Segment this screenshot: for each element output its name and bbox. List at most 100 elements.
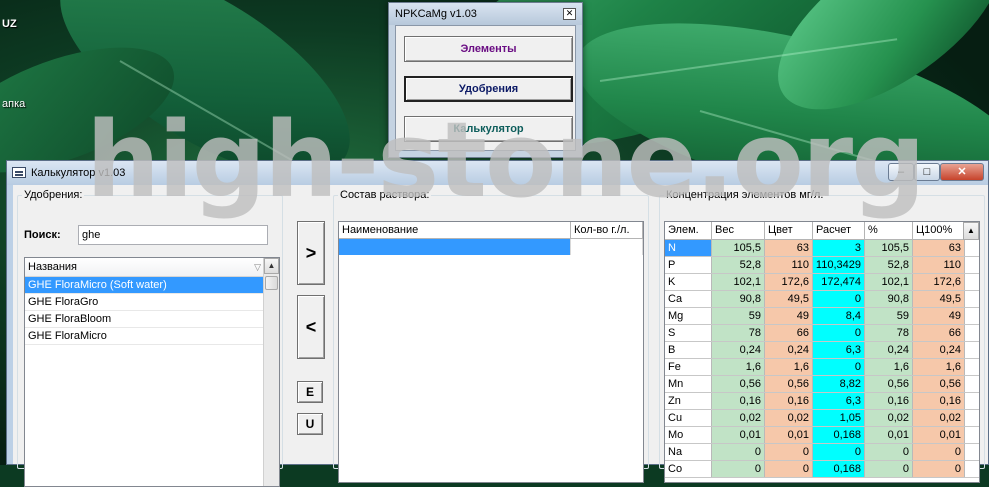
value-cell[interactable]: 0,56 (712, 376, 765, 392)
value-cell[interactable]: 49 (765, 308, 813, 324)
value-cell[interactable]: 110 (913, 257, 965, 273)
list-item[interactable]: GHE FloraBloom (25, 311, 265, 328)
list-scrollbar[interactable]: ▲ (263, 258, 279, 486)
value-cell[interactable]: 105,5 (865, 240, 913, 256)
value-cell[interactable]: 6,3 (813, 393, 865, 409)
table-row[interactable]: N 105,5 63 3 105,5 63 (665, 240, 979, 257)
desktop-icon-label[interactable]: апка (2, 98, 25, 110)
scroll-up-icon[interactable]: ▲ (264, 258, 279, 274)
value-cell[interactable]: 0,168 (813, 427, 865, 443)
value-cell[interactable]: 0 (712, 444, 765, 460)
fertilizer-list[interactable]: Названия ▽ GHE FloraMicro (Soft water) G… (24, 257, 280, 487)
value-cell[interactable]: 59 (712, 308, 765, 324)
value-cell[interactable]: 0 (813, 325, 865, 341)
table-row[interactable]: B 0,24 0,24 6,3 0,24 0,24 (665, 342, 979, 359)
table-row[interactable]: Ca 90,8 49,5 0 90,8 49,5 (665, 291, 979, 308)
value-cell[interactable]: 102,1 (712, 274, 765, 290)
value-cell[interactable]: 1,6 (865, 359, 913, 375)
element-cell[interactable]: Mg (665, 308, 712, 324)
value-cell[interactable]: 63 (913, 240, 965, 256)
value-cell[interactable]: 1,05 (813, 410, 865, 426)
maximize-button[interactable]: □ (914, 163, 940, 181)
value-cell[interactable]: 90,8 (865, 291, 913, 307)
value-cell[interactable]: 8,4 (813, 308, 865, 324)
value-cell[interactable]: 0,02 (913, 410, 965, 426)
list-column-header[interactable]: Названия ▽ (25, 258, 265, 277)
value-cell[interactable]: 1,6 (913, 359, 965, 375)
value-cell[interactable]: 0 (813, 444, 865, 460)
value-cell[interactable]: 0,02 (865, 410, 913, 426)
element-cell[interactable]: Zn (665, 393, 712, 409)
value-cell[interactable]: 0,16 (712, 393, 765, 409)
e-button[interactable]: E (297, 381, 323, 403)
table-row[interactable]: P 52,8 110 110,3429 52,8 110 (665, 257, 979, 274)
value-cell[interactable]: 49 (913, 308, 965, 324)
element-cell[interactable]: Mn (665, 376, 712, 392)
list-item[interactable]: GHE FloraMicro (Soft water) (25, 277, 265, 294)
table-row[interactable]: Na 0 0 0 0 0 (665, 444, 979, 461)
table-row[interactable]: Zn 0,16 0,16 6,3 0,16 0,16 (665, 393, 979, 410)
selected-name-cell[interactable] (339, 239, 571, 255)
column-header[interactable]: Цвет (765, 222, 813, 239)
column-header-name[interactable]: Наименование (339, 222, 571, 238)
value-cell[interactable]: 0,56 (865, 376, 913, 392)
table-row[interactable]: Cu 0,02 0,02 1,05 0,02 0,02 (665, 410, 979, 427)
value-cell[interactable]: 110,3429 (813, 257, 865, 273)
value-cell[interactable]: 0,02 (712, 410, 765, 426)
u-button[interactable]: U (297, 413, 323, 435)
value-cell[interactable]: 0,02 (765, 410, 813, 426)
value-cell[interactable]: 0,01 (865, 427, 913, 443)
value-cell[interactable]: 52,8 (865, 257, 913, 273)
value-cell[interactable]: 78 (865, 325, 913, 341)
value-cell[interactable]: 0,24 (913, 342, 965, 358)
column-header[interactable]: Расчет (813, 222, 865, 239)
column-header-qty[interactable]: Кол-во г./л. (571, 222, 643, 238)
value-cell[interactable]: 0 (865, 461, 913, 477)
element-cell[interactable]: Cu (665, 410, 712, 426)
scroll-up-icon[interactable]: ▲ (963, 222, 979, 240)
table-row[interactable]: Co 0 0 0,168 0 0 (665, 461, 979, 478)
search-input[interactable] (78, 225, 268, 245)
table-row[interactable]: K 102,1 172,6 172,474 102,1 172,6 (665, 274, 979, 291)
desktop-icon-label[interactable]: UZ (2, 18, 17, 30)
value-cell[interactable]: 172,6 (913, 274, 965, 290)
value-cell[interactable]: 52,8 (712, 257, 765, 273)
value-cell[interactable]: 0 (712, 461, 765, 477)
element-cell[interactable]: Fe (665, 359, 712, 375)
scroll-thumb[interactable] (265, 276, 278, 290)
value-cell[interactable]: 59 (865, 308, 913, 324)
concentration-table[interactable]: Элем. Вес Цвет Расчет % Ц100% N 105,5 63 3 1… (664, 221, 980, 483)
value-cell[interactable]: 102,1 (865, 274, 913, 290)
value-cell[interactable]: 6,3 (813, 342, 865, 358)
value-cell[interactable]: 49,5 (765, 291, 813, 307)
close-icon[interactable]: ✕ (563, 8, 576, 20)
value-cell[interactable]: 8,82 (813, 376, 865, 392)
value-cell[interactable]: 0,24 (765, 342, 813, 358)
value-cell[interactable]: 78 (712, 325, 765, 341)
npk-title-bar[interactable]: NPKCaMg v1.03 ✕ (389, 3, 582, 25)
element-cell[interactable]: N (665, 240, 712, 256)
value-cell[interactable]: 1,6 (712, 359, 765, 375)
element-cell[interactable]: B (665, 342, 712, 358)
calculator-button[interactable]: Калькулятор (404, 116, 573, 142)
value-cell[interactable]: 105,5 (712, 240, 765, 256)
value-cell[interactable]: 0,01 (712, 427, 765, 443)
add-fertilizer-button[interactable]: > (297, 221, 325, 285)
value-cell[interactable]: 0 (765, 444, 813, 460)
element-cell[interactable]: Co (665, 461, 712, 477)
table-row[interactable]: Mg 59 49 8,4 59 49 (665, 308, 979, 325)
fertilizers-button[interactable]: Удобрения (404, 76, 573, 102)
value-cell[interactable]: 0,56 (765, 376, 813, 392)
column-header[interactable]: Ц100% (913, 222, 965, 239)
value-cell[interactable]: 3 (813, 240, 865, 256)
value-cell[interactable]: 0,16 (865, 393, 913, 409)
value-cell[interactable]: 1,6 (765, 359, 813, 375)
table-row[interactable] (339, 239, 643, 255)
value-cell[interactable]: 0 (913, 461, 965, 477)
elements-button[interactable]: Элементы (404, 36, 573, 62)
value-cell[interactable]: 0,01 (913, 427, 965, 443)
qty-cell[interactable] (571, 239, 643, 255)
value-cell[interactable]: 0 (813, 359, 865, 375)
element-cell[interactable]: P (665, 257, 712, 273)
value-cell[interactable]: 0,16 (765, 393, 813, 409)
